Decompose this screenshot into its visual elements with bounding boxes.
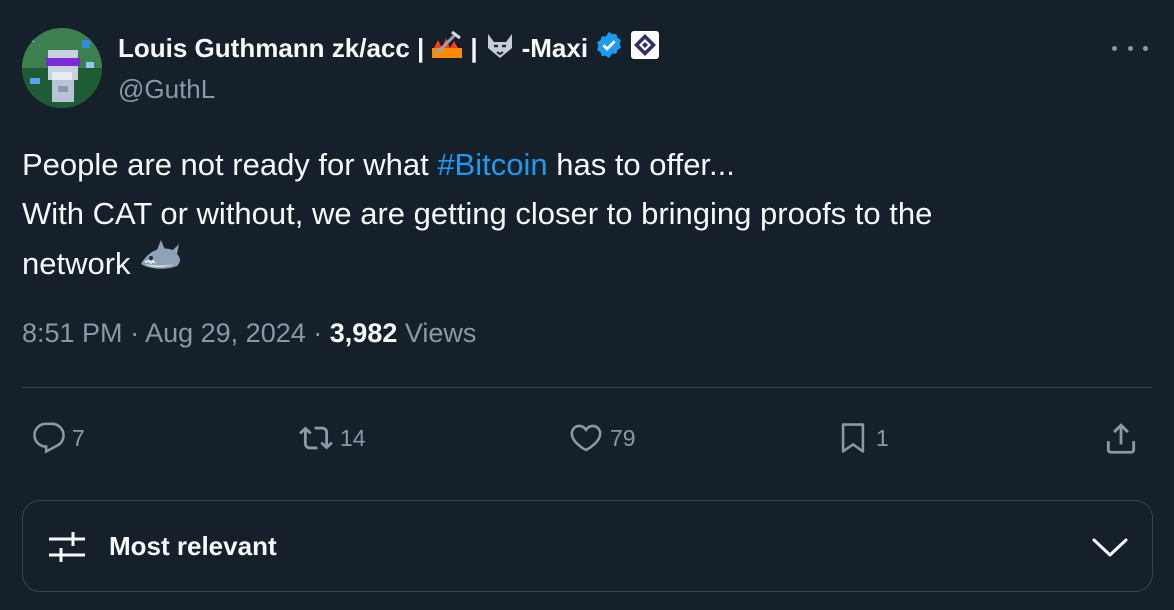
wolf-emoji-icon [484,30,516,67]
more-dot [1112,45,1117,51]
reply-count: 7 [72,424,85,451]
meta-dot: · [313,318,323,348]
tweet-line-3: network [22,238,1142,288]
repost-button[interactable]: 14 [298,418,366,458]
author-display-name[interactable]: Louis Guthmann zk/acc | [118,33,424,64]
share-button[interactable] [1102,418,1140,458]
bookmark-icon [841,423,865,453]
pickaxe-fire-emoji-icon [430,30,464,67]
tweet-text-before-hashtag: People are not ready for what [22,147,438,182]
views-count[interactable]: 3,982 [330,318,398,348]
shark-emoji-icon [139,238,183,288]
avatar[interactable] [22,28,102,108]
author-handle[interactable]: @GuthL [118,74,215,105]
more-icon[interactable] [1112,40,1148,56]
reply-button[interactable]: 7 [32,418,85,458]
tweet-date[interactable]: Aug 29, 2024 [145,318,306,348]
more-dot [1143,45,1148,51]
name-separator: | [470,32,478,63]
author-name-suffix: -Maxi [521,32,589,63]
affiliate-badge-icon[interactable] [630,30,660,67]
repost-count: 14 [340,424,366,451]
like-icon [570,424,602,452]
bookmark-count: 1 [876,424,889,451]
tweet-line-3-text: network [22,245,131,281]
verified-badge-icon[interactable] [594,30,624,67]
avatar-image [22,28,102,108]
bookmark-button[interactable]: 1 [836,418,889,458]
more-dot [1127,45,1133,51]
views-label[interactable]: Views [405,318,477,348]
reply-icon [33,422,65,454]
chevron-down-icon [1092,538,1128,557]
author-name-row[interactable]: Louis Guthmann zk/acc | | -Maxi [118,30,660,66]
tweet-text-after-hashtag: has to offer... [547,147,735,182]
sort-label: Most relevant [109,531,277,561]
share-icon [1106,423,1136,454]
like-count: 79 [610,424,636,451]
tweet-line-1: People are not ready for what #Bitcoin h… [22,140,1142,189]
tweet-line-2: With CAT or without, we are getting clos… [22,196,933,231]
repost-icon [299,426,333,450]
sort-replies-dropdown[interactable]: Most relevant [22,500,1153,592]
like-button[interactable]: 79 [568,418,636,458]
tweet-time[interactable]: 8:51 PM [22,318,123,348]
tweet-meta: 8:51 PM · Aug 29, 2024 · 3,982 Views [22,318,476,349]
tweet-text: People are not ready for what #Bitcoin h… [22,140,1142,288]
meta-dot: · [130,318,140,348]
sort-sliders-icon [49,532,85,562]
divider [22,387,1152,388]
hashtag-link[interactable]: #Bitcoin [437,147,547,182]
